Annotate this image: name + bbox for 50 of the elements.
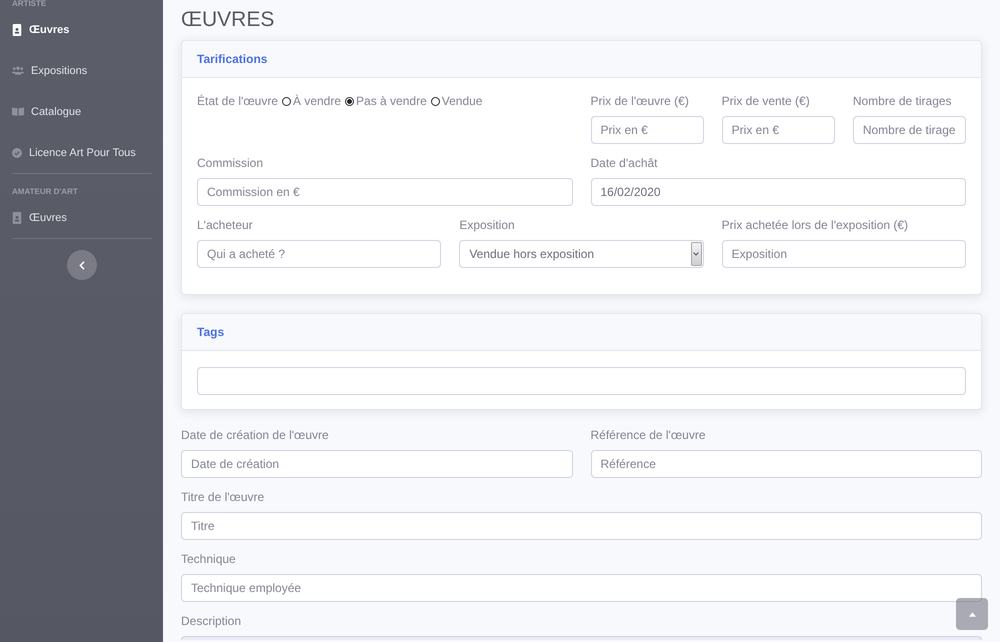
- field-label: L'acheteur: [197, 218, 253, 232]
- check-circle-icon: [12, 146, 22, 158]
- field-label: Prix de vente (€): [722, 94, 810, 108]
- sidebar-heading: AMATEUR D'ART: [12, 187, 78, 196]
- text-input[interactable]: Titre: [181, 512, 982, 540]
- sidebar-heading: ARTISTE: [12, 0, 46, 8]
- sidebar-item[interactable]: Expositions: [12, 50, 92, 91]
- users-icon: [12, 66, 24, 75]
- text-input[interactable]: Exposition: [722, 240, 966, 268]
- book-icon: [12, 107, 24, 116]
- field-label: Référence de l'œuvre: [590, 428, 706, 442]
- radio-option[interactable]: Vendue: [430, 94, 482, 108]
- page-title: ŒUVRES: [181, 8, 274, 31]
- text-input[interactable]: Nombre de tirage: [852, 116, 966, 144]
- text-input[interactable]: Prix en €: [590, 116, 704, 144]
- text-input[interactable]: Date de création: [181, 450, 572, 478]
- text-input[interactable]: Référence: [590, 450, 982, 478]
- scroll-to-top-button[interactable]: [956, 598, 988, 630]
- field-label: Prix achetée lors de l'exposition (€): [722, 218, 908, 232]
- chevron-left-icon: [78, 260, 84, 270]
- sidebar-toggle-button[interactable]: [66, 250, 96, 280]
- field-label: Nombre de tirages: [852, 94, 952, 108]
- radio-option[interactable]: Pas à vendre: [345, 94, 427, 108]
- field-label: Exposition: [459, 218, 515, 232]
- sidebar-item[interactable]: Licence Art Pour Tous: [12, 132, 140, 173]
- card-title: Tags: [197, 325, 224, 339]
- field-label: Date de création de l'œuvre: [181, 428, 329, 442]
- field-label: Commission: [197, 156, 264, 170]
- field-label: Prix de l'œuvre (€): [590, 94, 689, 108]
- card-title: Tarifications: [197, 52, 268, 66]
- sidebar-item[interactable]: Œuvres: [12, 9, 74, 50]
- badge-icon: [12, 212, 22, 224]
- caret-up-icon: [968, 612, 976, 616]
- field-label: Titre de l'œuvre: [181, 490, 264, 504]
- text-input[interactable]: Commission en €: [197, 178, 572, 206]
- text-input[interactable]: Qui a acheté ?: [197, 240, 442, 268]
- field-label: Date d'achât: [590, 156, 658, 170]
- badge-icon: [12, 24, 22, 36]
- sidebar-item[interactable]: Œuvres: [12, 197, 71, 238]
- text-input[interactable]: [197, 367, 966, 395]
- text-input[interactable]: Technique employée: [181, 574, 982, 602]
- field-label: Description: [181, 614, 242, 628]
- select-field[interactable]: Vendue hors exposition: [459, 240, 704, 268]
- radio-group-label: État de l'œuvre: [197, 94, 278, 108]
- text-input[interactable]: Prix en €: [722, 116, 835, 144]
- radio-option[interactable]: À vendre: [282, 94, 342, 108]
- sidebar-item[interactable]: Catalogue: [12, 91, 86, 132]
- text-input[interactable]: 16/02/2020: [590, 178, 966, 206]
- textarea-field[interactable]: [181, 636, 982, 640]
- field-label: Technique: [181, 552, 236, 566]
